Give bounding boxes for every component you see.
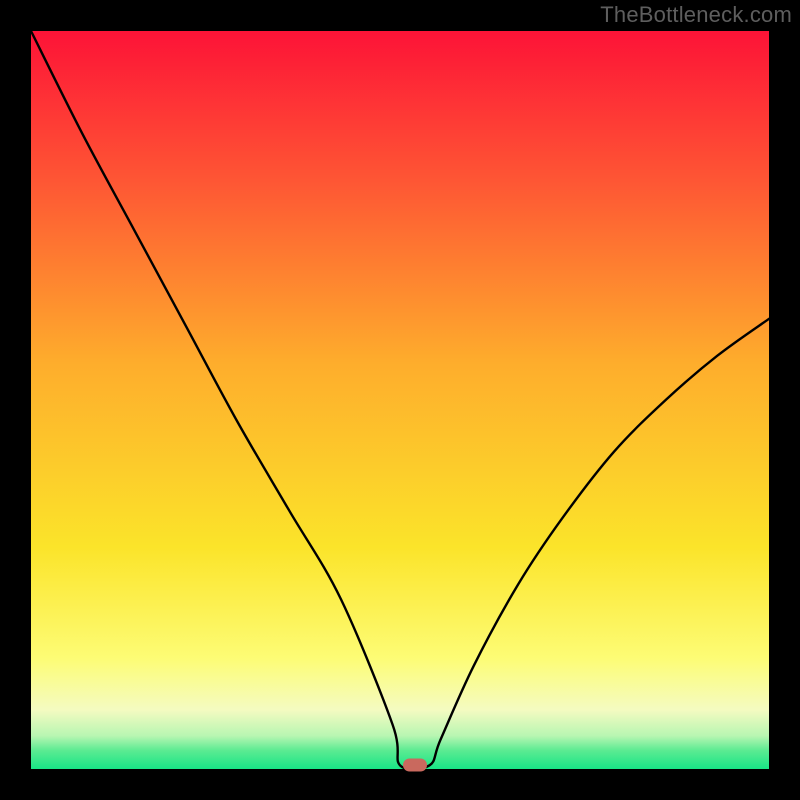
bottleneck-chart (0, 0, 800, 800)
watermark-text: TheBottleneck.com (600, 2, 792, 28)
optimal-marker (403, 759, 427, 772)
chart-frame: TheBottleneck.com (0, 0, 800, 800)
gradient-background (31, 31, 769, 769)
